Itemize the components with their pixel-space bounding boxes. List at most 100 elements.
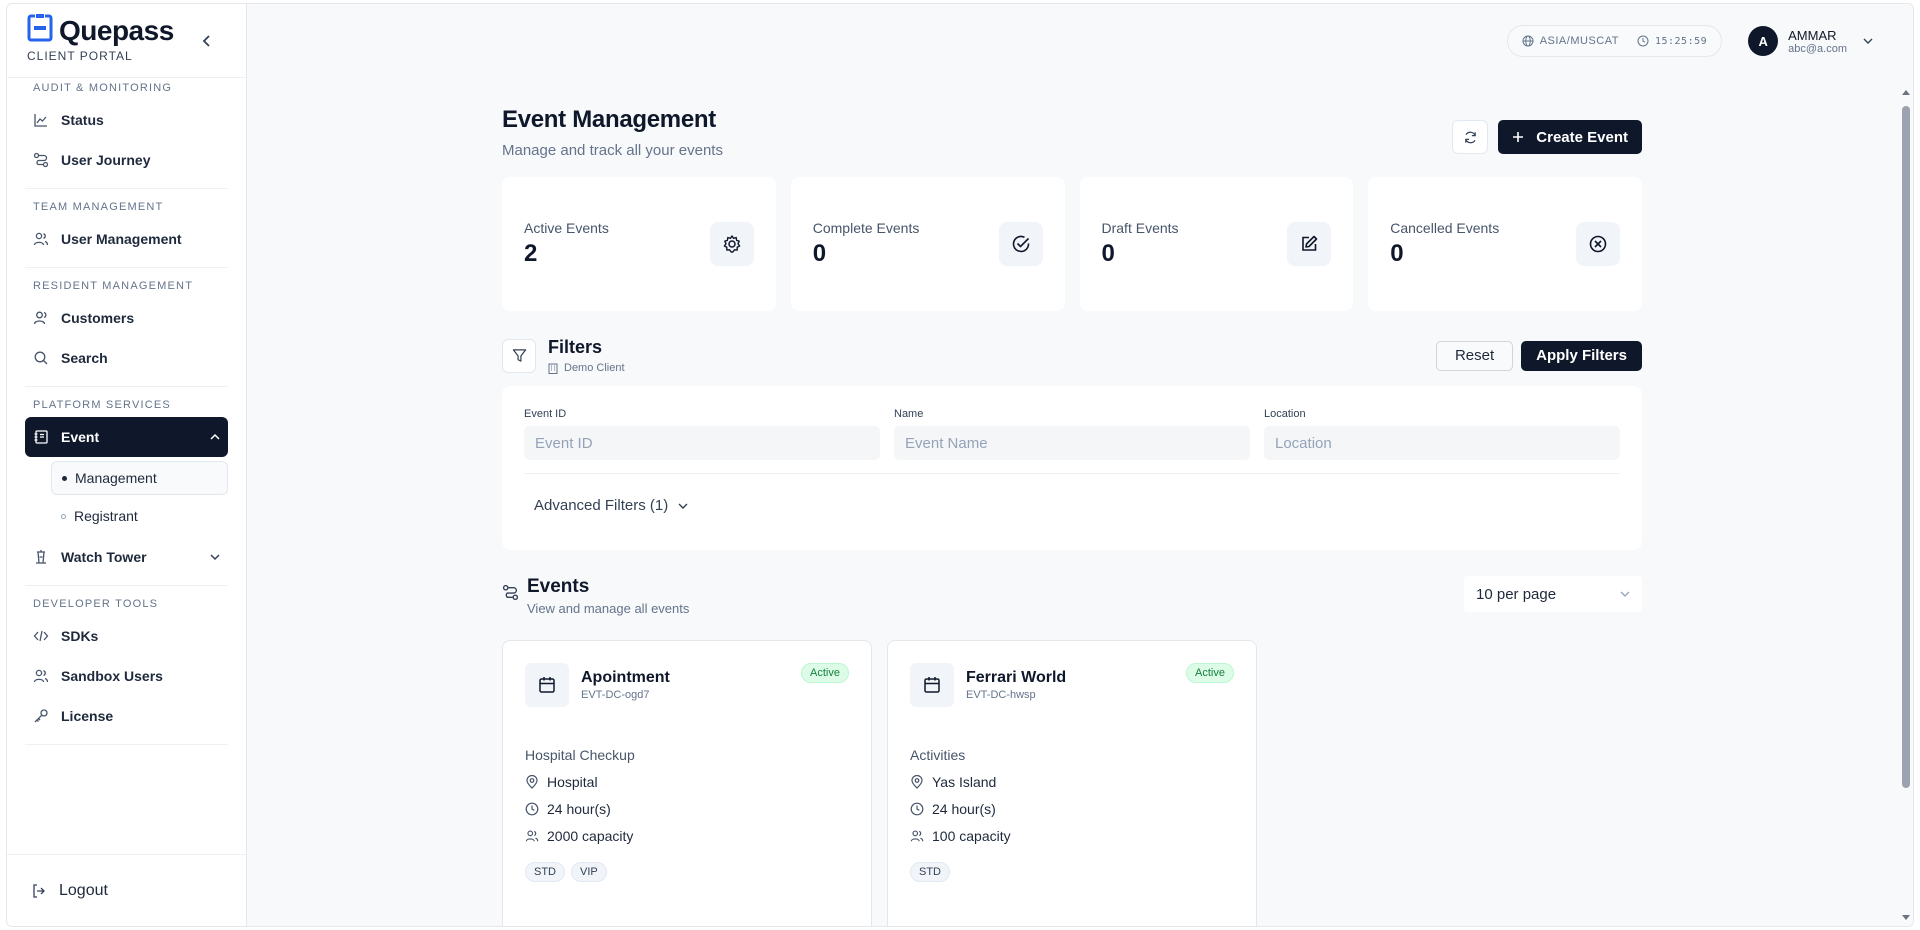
per-page-select[interactable]: 10 per page bbox=[1464, 576, 1642, 612]
page-content: Event Management Manage and track all yo… bbox=[502, 106, 1642, 926]
stat-card-active: Active Events 2 bbox=[502, 177, 776, 311]
sidebar-item-label: User Journey bbox=[61, 152, 151, 168]
logout-icon bbox=[33, 883, 45, 898]
status-badge: Active bbox=[1186, 663, 1234, 683]
refresh-icon bbox=[1464, 131, 1476, 143]
stat-card-complete: Complete Events 0 bbox=[790, 177, 1065, 311]
scroll-thumb[interactable] bbox=[1902, 106, 1910, 788]
scroll-up-icon[interactable] bbox=[1902, 90, 1910, 95]
client-name: Demo Client bbox=[564, 362, 625, 374]
event-card[interactable]: Apointment EVT-DC-ogd7 Active Hospital C… bbox=[502, 640, 872, 926]
event-name-input[interactable] bbox=[894, 426, 1250, 460]
event-name: Apointment bbox=[581, 669, 670, 686]
collapse-sidebar-button[interactable] bbox=[198, 32, 216, 50]
main-content: ASIA/MUSCAT 15:25:59 A AMMAR abc@a.com E… bbox=[247, 4, 1913, 926]
check-circle-icon bbox=[998, 222, 1043, 266]
sidebar-item-event[interactable]: Event bbox=[25, 417, 228, 457]
sidebar-subitem-label: Management bbox=[75, 470, 157, 486]
logout-button[interactable]: Logout bbox=[7, 854, 246, 926]
event-id: EVT-DC-ogd7 bbox=[581, 689, 650, 701]
users-icon bbox=[33, 232, 49, 246]
events-header: Events View and manage all events 10 per… bbox=[502, 576, 1642, 616]
clock-icon bbox=[1637, 35, 1649, 47]
sidebar-subitem-registrant[interactable]: Registrant bbox=[51, 499, 228, 533]
scroll-down-icon[interactable] bbox=[1902, 915, 1910, 920]
users-icon bbox=[525, 830, 539, 842]
chevron-down-icon bbox=[1620, 591, 1630, 597]
logout-label: Logout bbox=[59, 881, 108, 899]
sidebar-subitem-management[interactable]: Management bbox=[51, 461, 228, 495]
event-location: Hospital bbox=[547, 774, 598, 790]
chevron-down-icon bbox=[210, 554, 220, 561]
events-title: Events bbox=[527, 576, 590, 597]
location-input[interactable] bbox=[1264, 426, 1620, 460]
section-title: AUDIT & MONITORING bbox=[33, 82, 173, 94]
filter-icon bbox=[502, 338, 536, 373]
chart-line-icon bbox=[34, 114, 47, 127]
sidebar-item-user-management[interactable]: User Management bbox=[25, 219, 228, 259]
events-subtitle: View and manage all events bbox=[527, 601, 690, 616]
stat-label: Complete Events bbox=[812, 220, 920, 236]
status-badge: Active bbox=[801, 663, 849, 683]
reset-button[interactable]: Reset bbox=[1435, 340, 1514, 371]
name-field: Name bbox=[894, 408, 1250, 460]
bullet-icon bbox=[62, 475, 67, 481]
search-icon bbox=[34, 351, 48, 365]
section-title: TEAM MANAGEMENT bbox=[33, 201, 164, 213]
users-icon bbox=[33, 669, 49, 683]
event-category: Hospital Checkup bbox=[525, 747, 635, 763]
tag: STD bbox=[525, 862, 565, 882]
vertical-scrollbar[interactable] bbox=[1899, 78, 1913, 926]
chevron-left-icon bbox=[202, 35, 210, 47]
event-id-input[interactable] bbox=[524, 426, 880, 460]
timezone-pill: ASIA/MUSCAT 15:25:59 bbox=[1506, 25, 1723, 57]
sidebar-item-sandbox-users[interactable]: Sandbox Users bbox=[25, 656, 228, 696]
apply-filters-button[interactable]: Apply Filters bbox=[1521, 340, 1642, 371]
section-title: RESIDENT MANAGEMENT bbox=[33, 280, 194, 292]
filters-title: Filters bbox=[548, 337, 603, 357]
event-id-field: Event ID bbox=[524, 408, 880, 460]
edit-icon bbox=[1287, 222, 1332, 266]
stat-value: 0 bbox=[812, 240, 827, 267]
advanced-filters-toggle[interactable]: Advanced Filters (1) bbox=[524, 473, 1620, 537]
sidebar-item-search[interactable]: Search bbox=[25, 338, 228, 378]
clock-icon bbox=[910, 802, 924, 816]
stat-value: 0 bbox=[1101, 240, 1115, 267]
event-card[interactable]: Ferrari World EVT-DC-hwsp Active Activit… bbox=[887, 640, 1257, 926]
sidebar-item-user-journey[interactable]: User Journey bbox=[25, 140, 228, 180]
code-icon bbox=[33, 630, 49, 642]
stat-card-draft: Draft Events 0 bbox=[1079, 177, 1354, 311]
gear-icon bbox=[709, 222, 754, 266]
plus-icon bbox=[1513, 132, 1524, 142]
clock-icon bbox=[525, 802, 539, 816]
create-event-button[interactable]: Create Event bbox=[1498, 120, 1642, 154]
x-circle-icon bbox=[1576, 222, 1620, 266]
section-title: DEVELOPER TOOLS bbox=[33, 598, 159, 610]
sidebar-item-sdks[interactable]: SDKs bbox=[25, 616, 228, 656]
sidebar-item-customers[interactable]: Customers bbox=[25, 298, 228, 338]
sidebar-item-label: Status bbox=[61, 112, 104, 128]
section-title: PLATFORM SERVICES bbox=[33, 399, 171, 411]
bullet-icon bbox=[61, 513, 66, 519]
advanced-filters-label: Advanced Filters (1) bbox=[534, 497, 669, 514]
event-capacity: 100 capacity bbox=[932, 828, 1011, 844]
user-menu[interactable]: A AMMAR abc@a.com bbox=[1748, 26, 1873, 56]
event-capacity: 2000 capacity bbox=[547, 828, 634, 844]
event-name: Ferrari World bbox=[966, 669, 1067, 686]
refresh-button[interactable] bbox=[1452, 120, 1489, 154]
brand-logo-icon bbox=[27, 14, 53, 47]
building-icon bbox=[548, 363, 558, 374]
stat-label: Active Events bbox=[524, 220, 609, 236]
sidebar-item-watch-tower[interactable]: Watch Tower bbox=[25, 537, 228, 577]
sidebar-nav: AUDIT & MONITORING Status User Journey T… bbox=[7, 78, 246, 854]
sidebar-item-license[interactable]: License bbox=[25, 696, 228, 736]
sidebar-subitem-label: Registrant bbox=[74, 508, 138, 524]
sidebar-item-status[interactable]: Status bbox=[25, 100, 228, 140]
chevron-down-icon bbox=[678, 503, 688, 509]
app-window: Quepass CLIENT PORTAL AUDIT & MONITORING… bbox=[6, 3, 1914, 927]
user-name: AMMAR bbox=[1788, 27, 1837, 43]
event-duration: 24 hour(s) bbox=[932, 801, 996, 817]
field-label: Location bbox=[1264, 408, 1306, 420]
user-email: abc@a.com bbox=[1788, 42, 1847, 55]
clock-time: 15:25:59 bbox=[1654, 35, 1708, 47]
